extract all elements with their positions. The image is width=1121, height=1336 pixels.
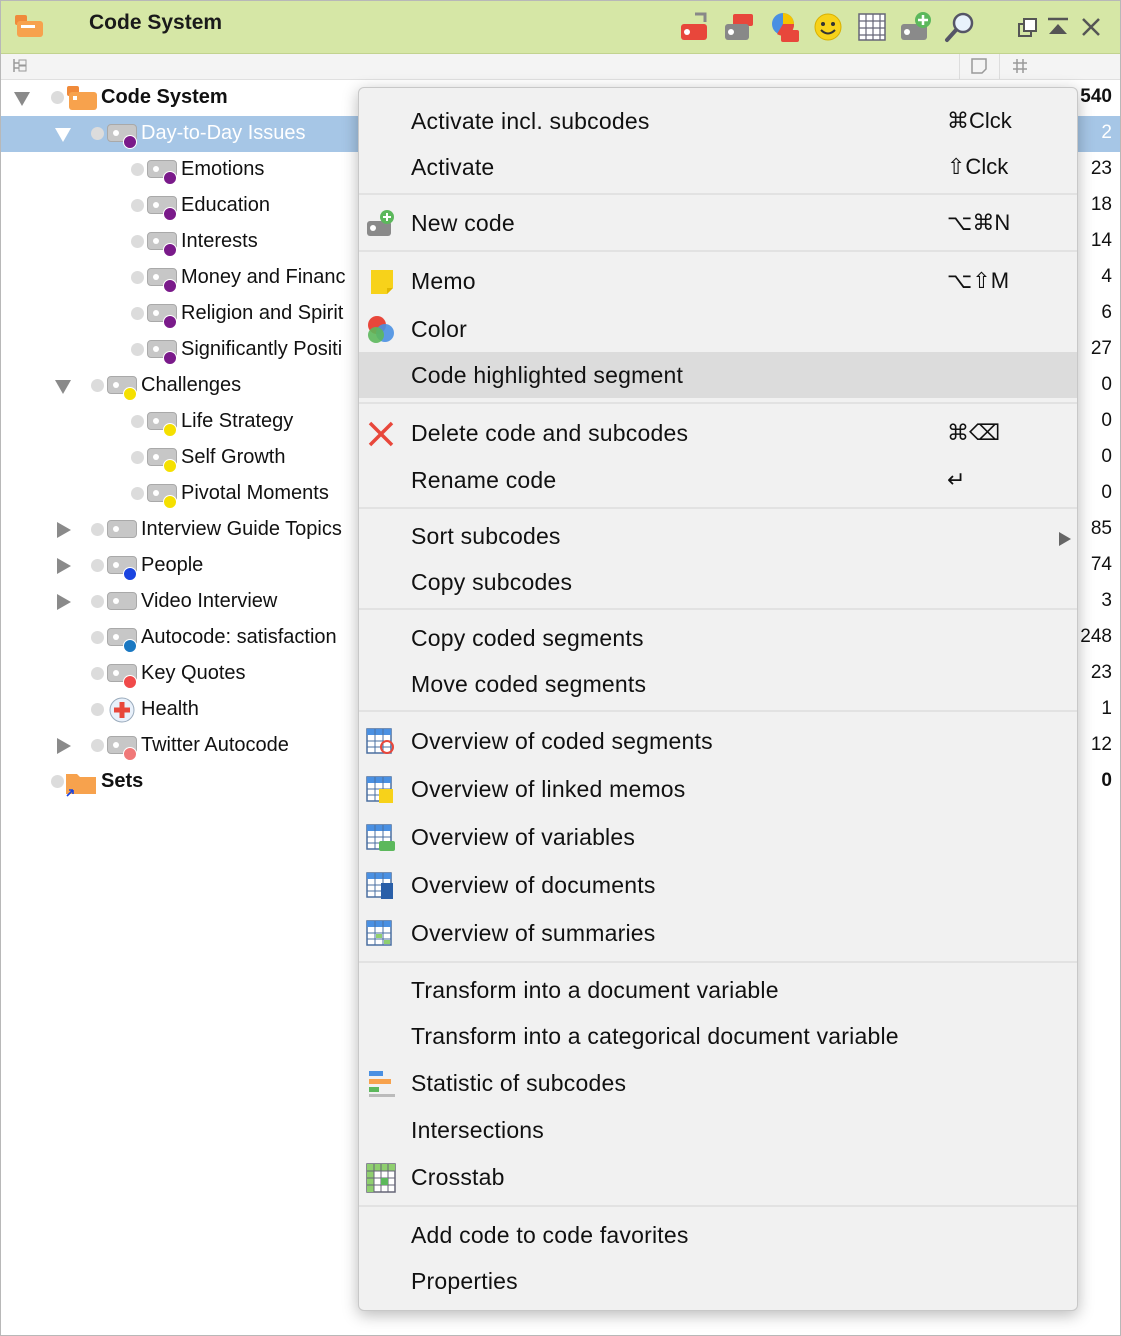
search-icon[interactable] bbox=[943, 10, 977, 44]
undock-icon[interactable] bbox=[1011, 10, 1045, 44]
title-bar: Code System bbox=[1, 1, 1120, 54]
tree-label: Significantly Positi bbox=[181, 338, 343, 360]
statistic-icon bbox=[369, 1071, 395, 1097]
activate-icon[interactable] bbox=[679, 10, 713, 44]
tree-count: 2 bbox=[1101, 122, 1112, 143]
tree-label: Day-to-Day Issues bbox=[141, 122, 306, 144]
menu-item-add-code-to-favorites[interactable]: Add code to code favorites bbox=[359, 1212, 1077, 1258]
menu-item-code-highlighted-segment[interactable]: Code highlighted segment bbox=[359, 352, 1077, 398]
tree-label: Code System bbox=[101, 86, 228, 108]
menu-item-overview-variables[interactable]: Overview of variables bbox=[359, 814, 1077, 862]
smiley-icon[interactable] bbox=[811, 10, 845, 44]
menu-item-overview-summaries[interactable]: Overview of summaries bbox=[359, 910, 1077, 958]
tree-count: 0 bbox=[1101, 410, 1112, 431]
context-menu: Activate incl. subcodes ⌘Clck Activate ⇧… bbox=[358, 87, 1078, 1311]
tree-count: 14 bbox=[1090, 230, 1112, 251]
tree-count: 0 bbox=[1101, 374, 1112, 395]
tree-count: 12 bbox=[1090, 734, 1112, 755]
tree-count: 18 bbox=[1090, 194, 1112, 215]
overview-summaries-icon bbox=[366, 920, 392, 946]
tree-count: 4 bbox=[1101, 266, 1112, 287]
menu-item-statistic-of-subcodes[interactable]: Statistic of subcodes bbox=[359, 1060, 1077, 1108]
menu-item-intersections[interactable]: Intersections bbox=[359, 1108, 1077, 1154]
tree-label: Twitter Autocode bbox=[141, 734, 289, 756]
tree-view-icon[interactable] bbox=[11, 57, 29, 75]
hash-column-icon[interactable] bbox=[1011, 57, 1029, 75]
chart-icon[interactable] bbox=[767, 10, 801, 44]
crosstab-icon bbox=[366, 1163, 396, 1193]
health-cross-icon bbox=[109, 697, 135, 723]
window-title: Code System bbox=[89, 11, 223, 34]
code-set-icon[interactable] bbox=[723, 10, 757, 44]
new-code-icon bbox=[367, 210, 394, 236]
menu-item-memo[interactable]: Memo ⌥⇧M bbox=[359, 258, 1077, 304]
menu-item-new-code[interactable]: New code ⌥⌘N bbox=[359, 200, 1077, 246]
tree-count: 0 bbox=[1101, 770, 1112, 791]
code-system-icon bbox=[15, 15, 43, 37]
code-system-icon bbox=[67, 86, 97, 110]
tree-count: 540 bbox=[1080, 86, 1112, 107]
menu-item-overview-coded-segments[interactable]: Overview of coded segments bbox=[359, 718, 1077, 766]
table-icon[interactable] bbox=[855, 10, 889, 44]
tree-count: 23 bbox=[1090, 662, 1112, 683]
menu-item-activate[interactable]: Activate ⇧Clck bbox=[359, 144, 1077, 190]
tree-count: 3 bbox=[1101, 590, 1112, 611]
menu-item-transform-document-variable[interactable]: Transform into a document variable bbox=[359, 968, 1077, 1014]
tree-label: Video Interview bbox=[141, 590, 278, 612]
tree-label: Autocode: satisfaction bbox=[141, 626, 337, 648]
menu-item-delete-code-and-subcodes[interactable]: Delete code and subcodes ⌘⌫ bbox=[359, 410, 1077, 456]
tree-label: Challenges bbox=[141, 374, 242, 396]
menu-item-crosstab[interactable]: Crosstab bbox=[359, 1154, 1077, 1202]
overview-documents-icon bbox=[366, 872, 393, 899]
sets-folder-icon bbox=[66, 774, 96, 797]
tree-label: Interview Guide Topics bbox=[141, 518, 342, 540]
tree-count: 1 bbox=[1101, 698, 1112, 719]
overview-variables-icon bbox=[366, 824, 395, 851]
tree-count: 23 bbox=[1090, 158, 1112, 179]
new-code-icon[interactable] bbox=[899, 10, 933, 44]
memo-column-icon[interactable] bbox=[970, 57, 988, 75]
overview-linked-memos-icon bbox=[366, 776, 393, 803]
tree-count: 85 bbox=[1090, 518, 1112, 539]
close-icon[interactable] bbox=[1074, 10, 1108, 44]
overview-coded-segments-icon bbox=[366, 728, 394, 754]
tree-count: 74 bbox=[1090, 554, 1112, 575]
menu-item-sort-subcodes[interactable]: Sort subcodes bbox=[359, 513, 1077, 559]
tree-label: Religion and Spirit bbox=[181, 302, 344, 324]
delete-x-icon bbox=[368, 421, 394, 447]
tree-count: 27 bbox=[1090, 338, 1112, 359]
menu-item-properties[interactable]: Properties bbox=[359, 1258, 1077, 1304]
tree-label: Money and Financ bbox=[181, 266, 346, 288]
tree-label: Key Quotes bbox=[141, 662, 246, 684]
tree-count: 248 bbox=[1080, 626, 1112, 647]
tree-count: 0 bbox=[1101, 446, 1112, 467]
tree-label: Interests bbox=[181, 230, 258, 252]
menu-item-copy-coded-segments[interactable]: Copy coded segments bbox=[359, 615, 1077, 661]
tree-label: Pivotal Moments bbox=[181, 482, 329, 504]
tree-label: People bbox=[141, 554, 204, 576]
code-system-window: Code System Code System 540 Day-to-Day I… bbox=[0, 0, 1121, 1336]
menu-item-overview-documents[interactable]: Overview of documents bbox=[359, 862, 1077, 910]
tree-count: 6 bbox=[1101, 302, 1112, 323]
tree-label: Education bbox=[181, 194, 270, 216]
menu-item-copy-subcodes[interactable]: Copy subcodes bbox=[359, 559, 1077, 605]
color-icon bbox=[368, 316, 394, 343]
column-toolbar bbox=[1, 54, 1120, 80]
menu-item-activate-incl-subcodes[interactable]: Activate incl. subcodes ⌘Clck bbox=[359, 98, 1077, 144]
tree-label: Life Strategy bbox=[181, 410, 294, 432]
tree-label: Emotions bbox=[181, 158, 265, 180]
menu-item-overview-linked-memos[interactable]: Overview of linked memos bbox=[359, 766, 1077, 814]
tree-label: Health bbox=[141, 698, 199, 720]
menu-item-move-coded-segments[interactable]: Move coded segments bbox=[359, 661, 1077, 707]
menu-item-color[interactable]: Color bbox=[359, 306, 1077, 352]
memo-icon bbox=[371, 270, 393, 294]
menu-item-rename-code[interactable]: Rename code ↵ bbox=[359, 457, 1077, 503]
tree-label: Self Growth bbox=[181, 446, 286, 468]
tree-label: Sets bbox=[101, 770, 144, 792]
tree-count: 0 bbox=[1101, 482, 1112, 503]
collapse-icon[interactable] bbox=[1041, 10, 1075, 44]
menu-item-transform-categorical-document-variable[interactable]: Transform into a categorical document va… bbox=[359, 1014, 1077, 1060]
submenu-arrow-icon bbox=[1059, 532, 1071, 546]
